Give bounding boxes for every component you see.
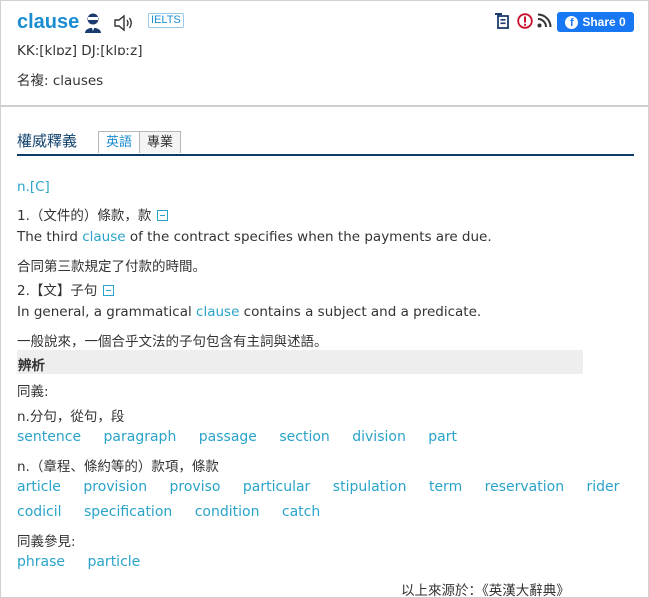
synonym-link[interactable]: term — [429, 479, 462, 495]
entry-header: clause IELTS f Share 0 KK:[klɒz] DJ:[klɒ… — [1, 1, 648, 105]
example-text: In general, a grammatical — [17, 304, 197, 320]
see-also-link[interactable]: phrase — [17, 554, 65, 570]
synonym-link[interactable]: sentence — [17, 429, 81, 445]
synonym-link[interactable]: condition — [195, 504, 260, 520]
source-attribution: 以上來源於：《英漢大辭典》 — [401, 583, 570, 598]
tab-underline — [17, 154, 634, 156]
synonym-link[interactable]: paragraph — [104, 429, 177, 445]
keyword-link[interactable]: clause — [196, 304, 239, 320]
headword: clause — [17, 11, 80, 33]
report-error-icon[interactable] — [517, 13, 533, 29]
synonym-group-2-words-row-1: article provision proviso particular sti… — [17, 479, 637, 495]
synonym-link[interactable]: proviso — [170, 479, 221, 495]
analysis-header: 辨析 — [17, 350, 583, 374]
tab-english[interactable]: 英語 — [98, 131, 140, 153]
synonym-link[interactable]: section — [279, 429, 329, 445]
add-to-wordlist-icon[interactable] — [495, 13, 512, 30]
dictionary-panel: clause IELTS f Share 0 KK:[klɒz] DJ:[klɒ… — [0, 0, 649, 598]
sense-2-example: In general, a grammatical clause contain… — [17, 304, 481, 320]
sense-1-text: 1.（文件的）條款，款 — [17, 208, 152, 224]
synonyms-label: 同義: — [17, 384, 49, 400]
synonym-group-2-words-row-2: codicil specification condition catch — [17, 504, 338, 520]
collapse-icon[interactable] — [103, 284, 115, 296]
example-text: of the contract specifies when the payme… — [125, 229, 492, 245]
part-of-speech: n.[C] — [17, 179, 50, 195]
facebook-share-button[interactable]: f Share 0 — [557, 12, 634, 32]
synonym-link[interactable]: part — [428, 429, 457, 445]
see-also-label: 同義參見: — [17, 534, 76, 550]
speaker-person-icon[interactable] — [83, 12, 103, 34]
ielts-badge[interactable]: IELTS — [148, 13, 184, 28]
synonym-link[interactable]: rider — [587, 479, 620, 495]
synonym-group-2-label: n.（章程、條約等的）款項，條款 — [17, 459, 219, 475]
synonym-link[interactable]: stipulation — [333, 479, 407, 495]
pronunciation: KK:[klɒz] DJ:[klɒːz] — [17, 43, 143, 59]
section-divider — [1, 105, 648, 107]
synonym-link[interactable]: provision — [83, 479, 147, 495]
synonym-link[interactable]: codicil — [17, 504, 62, 520]
synonym-link[interactable]: catch — [282, 504, 320, 520]
tab-professional[interactable]: 專業 — [139, 131, 181, 153]
share-label: Share 0 — [582, 15, 626, 29]
synonym-group-1-label: n.分句，從句，段 — [17, 409, 125, 425]
example-text: contains a subject and a predicate. — [239, 304, 482, 320]
collapse-icon[interactable] — [157, 209, 169, 221]
audio-icon[interactable] — [113, 14, 135, 32]
section-title: 權威釋義 — [17, 132, 78, 150]
synonym-link[interactable]: reservation — [485, 479, 564, 495]
plural-form: 名複: clauses — [17, 73, 104, 89]
synonym-link[interactable]: division — [352, 429, 406, 445]
sense-2-text: 2.【文】子句 — [17, 283, 98, 299]
see-also-link[interactable]: particle — [87, 554, 140, 570]
analysis-title: 辨析 — [18, 358, 45, 374]
synonym-group-1-words: sentence paragraph passage section divis… — [17, 429, 475, 445]
sense-1-translation: 合同第三款規定了付款的時間。 — [17, 259, 206, 275]
facebook-icon: f — [565, 15, 579, 29]
synonym-link[interactable]: article — [17, 479, 61, 495]
sense-2-translation: 一般說來，一個合乎文法的子句包含有主詞與述語。 — [17, 334, 328, 350]
sense-1-example: The third clause of the contract specifi… — [17, 229, 492, 245]
see-also-words: phrase particle — [17, 554, 158, 570]
example-text: The third — [17, 229, 83, 245]
synonym-link[interactable]: specification — [84, 504, 172, 520]
rss-icon[interactable] — [537, 13, 552, 28]
sense-2-heading: 2.【文】子句 — [17, 279, 115, 299]
synonym-link[interactable]: particular — [243, 479, 310, 495]
sense-1-heading: 1.（文件的）條款，款 — [17, 204, 169, 224]
keyword-link[interactable]: clause — [82, 229, 125, 245]
synonym-link[interactable]: passage — [199, 429, 257, 445]
